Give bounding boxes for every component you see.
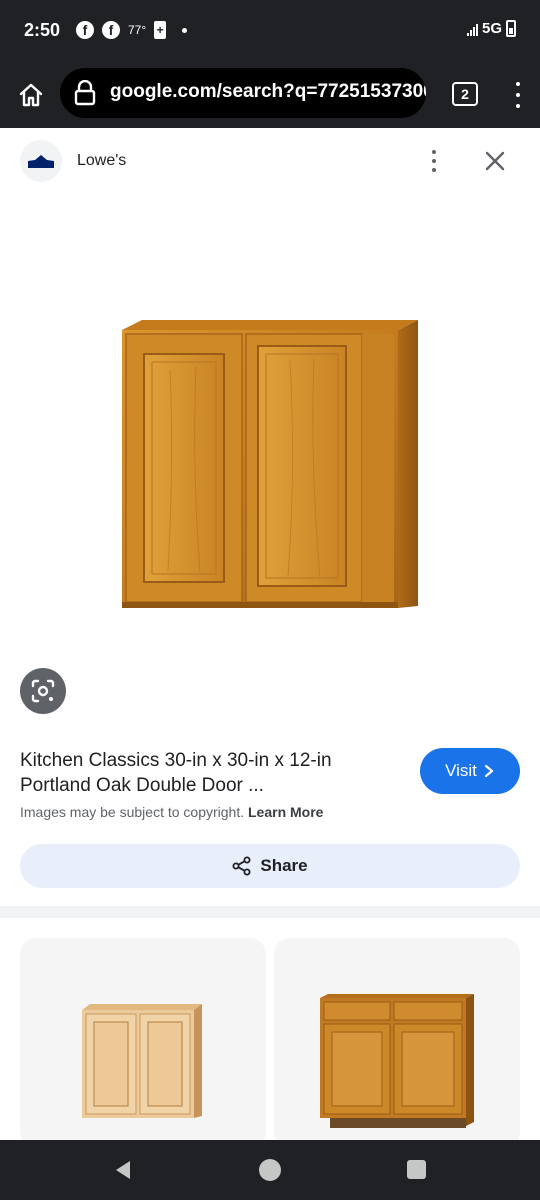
learn-more-link[interactable]: Learn More — [248, 804, 323, 820]
copyright-text: Images may be subject to copyright. — [20, 804, 245, 820]
browser-toolbar: google.com/search?q=77251537300 2 — [0, 62, 540, 128]
copyright-notice: Images may be subject to copyright. Lear… — [20, 804, 323, 820]
close-icon[interactable] — [482, 148, 508, 174]
battery-saver-icon — [154, 21, 167, 39]
lowes-logo[interactable] — [20, 140, 62, 182]
network-type: 5G — [481, 20, 502, 37]
section-divider — [0, 906, 540, 918]
status-icons-right: 5G — [466, 20, 516, 37]
visit-label: Visit — [445, 761, 477, 780]
share-button[interactable]: Share — [20, 844, 520, 888]
system-nav-bar — [0, 1140, 540, 1200]
dot-icon — [182, 27, 188, 33]
source-name[interactable]: Lowe's — [77, 152, 126, 170]
related-image — [82, 1004, 202, 1118]
product-image[interactable] — [100, 300, 440, 630]
recents-icon[interactable] — [407, 1160, 426, 1179]
facebook-icon: f — [102, 21, 120, 39]
visit-button[interactable]: Visit — [420, 748, 520, 794]
signal-icon — [466, 22, 478, 36]
more-vert-icon[interactable] — [508, 80, 528, 110]
status-icons-left: f f 77° — [76, 21, 188, 39]
share-icon — [232, 856, 251, 876]
related-result-card[interactable] — [20, 938, 266, 1148]
home-circle-icon[interactable] — [259, 1159, 281, 1181]
chevron-right-icon — [484, 764, 494, 778]
result-title[interactable]: Kitchen Classics 30-in x 30-in x 12-in P… — [20, 748, 400, 798]
tabs-icon[interactable]: 2 — [452, 82, 478, 106]
lens-icon — [31, 679, 55, 703]
status-time: 2:50 — [24, 20, 61, 40]
temperature: 77° — [128, 23, 147, 37]
url-text[interactable]: google.com/search?q=77251537300 — [110, 81, 426, 103]
related-result-card[interactable] — [274, 938, 520, 1148]
battery-icon — [506, 20, 516, 37]
address-bar[interactable]: google.com/search?q=77251537300 — [60, 68, 426, 118]
lens-search-button[interactable] — [20, 668, 66, 714]
status-bar: 2:50 f f 77° 5G — [0, 0, 540, 62]
more-vert-icon[interactable] — [426, 148, 442, 174]
related-image — [320, 994, 474, 1128]
source-header: Lowe's — [0, 128, 540, 192]
share-label: Share — [260, 856, 308, 875]
home-icon[interactable] — [14, 78, 48, 112]
facebook-icon: f — [76, 21, 94, 39]
back-icon[interactable] — [112, 1158, 134, 1182]
lock-icon[interactable] — [74, 79, 96, 106]
